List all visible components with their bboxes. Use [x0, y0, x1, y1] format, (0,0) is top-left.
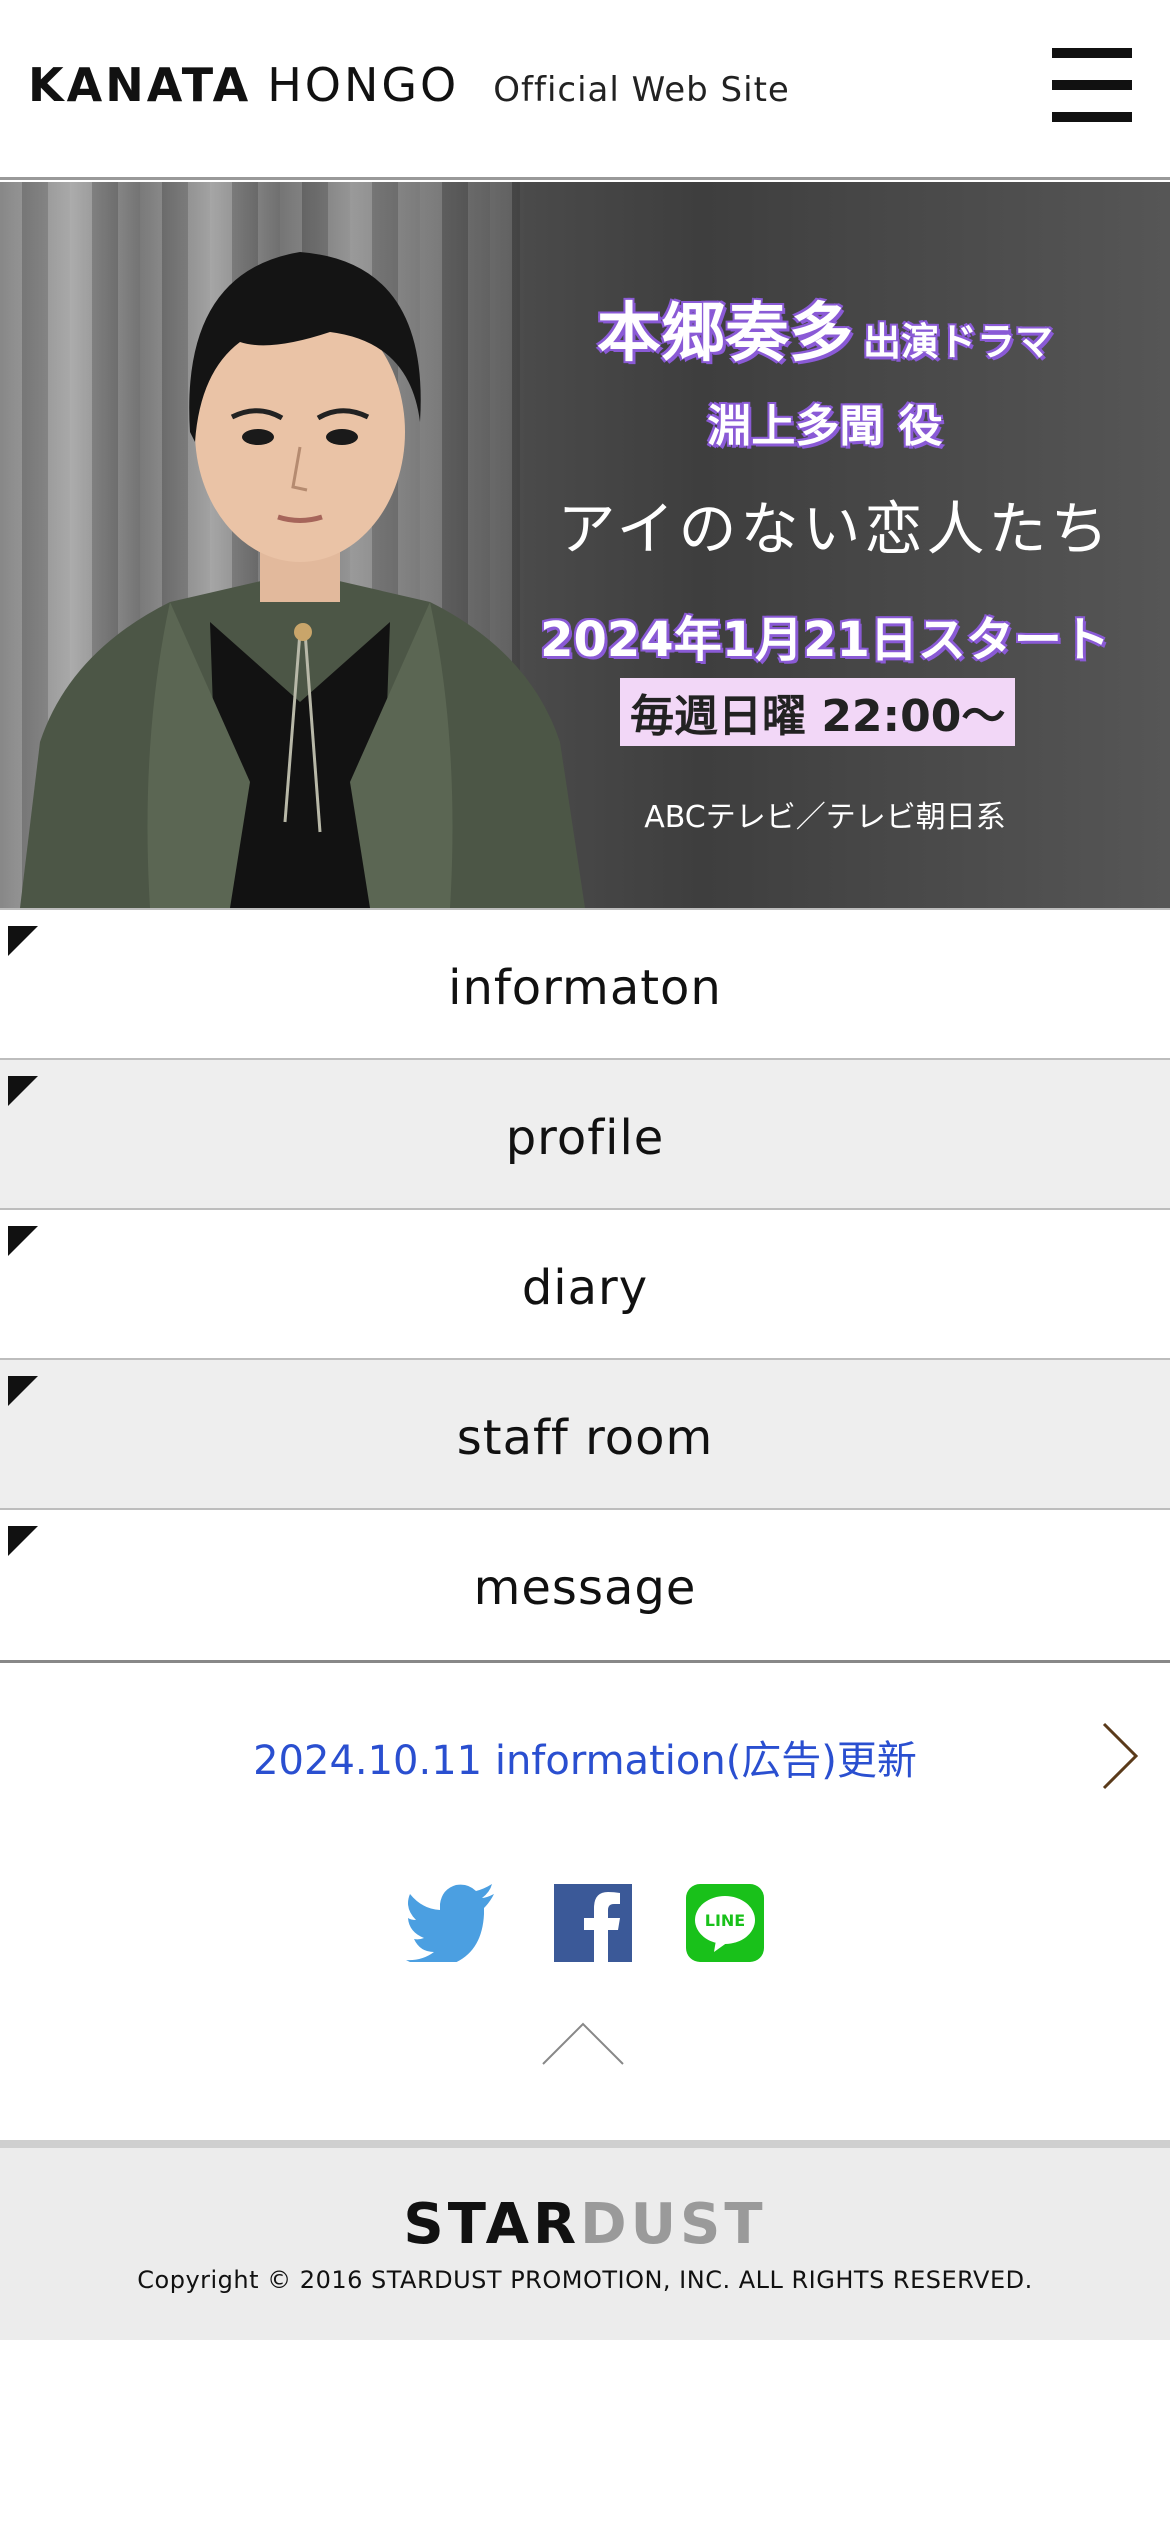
facebook-icon[interactable]	[554, 1884, 632, 1962]
nav-item-profile[interactable]: profile	[0, 1058, 1170, 1208]
nav-item-information[interactable]: informaton	[0, 908, 1170, 1058]
banner-network: ABCテレビ／テレビ朝日系	[644, 800, 1006, 835]
nav-item-label: staff room	[456, 1410, 714, 1466]
banner-drama-title: アイのない恋人たち	[557, 495, 1113, 563]
nav-divider	[0, 1660, 1170, 1663]
hamburger-bar	[1052, 48, 1132, 58]
hamburger-menu-icon[interactable]	[1052, 48, 1132, 122]
nav-item-label: message	[473, 1560, 697, 1616]
banner-role: 淵上多聞 役	[707, 401, 943, 452]
hamburger-bar	[1052, 112, 1132, 122]
twitter-bird-icon[interactable]	[406, 1884, 496, 1962]
nav-item-diary[interactable]: diary	[0, 1208, 1170, 1358]
hamburger-bar	[1052, 80, 1132, 90]
banner-actor-name: 本郷奏多	[596, 297, 853, 371]
triangle-corner-icon	[8, 1526, 38, 1556]
banner-start-date: 2024年1月21日スタート	[540, 612, 1110, 668]
site-footer: STARDUST Copyright © 2016 STARDUST PROMO…	[0, 2140, 1170, 2340]
news-ticker: 2024.10.11 information(広告)更新	[0, 1720, 1170, 1792]
hero-banner[interactable]: 本郷奏多 出演ドラマ 淵上多聞 役 アイのない恋人たち 2024年1月21日スター…	[0, 182, 1170, 908]
triangle-corner-icon	[8, 1376, 38, 1406]
main-nav: informaton profile diary staff room mess…	[0, 908, 1170, 1658]
stardust-logo-dust: DUST	[580, 2192, 767, 2257]
stardust-logo-star: STAR	[403, 2192, 581, 2257]
nav-item-label: profile	[505, 1110, 665, 1166]
line-icon-text: LINE	[705, 1911, 745, 1930]
nav-item-label: informaton	[448, 960, 722, 1016]
nav-item-label: diary	[521, 1260, 649, 1316]
banner-headline: 本郷奏多 出演ドラマ	[480, 282, 1170, 374]
site-header: KANATA HONGO Official Web Site	[0, 0, 1170, 180]
site-logo[interactable]: KANATA HONGO Official Web Site	[28, 58, 790, 112]
banner-name-suffix: 出演ドラマ	[862, 320, 1053, 364]
chevron-up-icon[interactable]	[540, 2020, 626, 2066]
nav-item-message[interactable]: message	[0, 1508, 1170, 1658]
logo-subtitle: Official Web Site	[493, 70, 790, 110]
logo-first-name: KANATA	[28, 58, 252, 112]
banner-airtime: 毎週日曜 22:00〜	[620, 678, 1016, 746]
copyright-text: Copyright © 2016 STARDUST PROMOTION, INC…	[137, 2266, 1033, 2294]
news-link[interactable]: 2024.10.11 information(広告)更新	[0, 1728, 1170, 1786]
logo-last-name: HONGO	[267, 58, 460, 112]
line-icon[interactable]: LINE	[686, 1884, 764, 1962]
banner-text: 本郷奏多 出演ドラマ 淵上多聞 役 アイのない恋人たち 2024年1月21日スター…	[480, 182, 1170, 908]
nav-item-staff-room[interactable]: staff room	[0, 1358, 1170, 1508]
chevron-right-icon[interactable]	[1098, 1720, 1142, 1792]
triangle-corner-icon	[8, 1076, 38, 1106]
stardust-logo[interactable]: STARDUST	[0, 2192, 1170, 2257]
triangle-corner-icon	[8, 1226, 38, 1256]
triangle-corner-icon	[8, 926, 38, 956]
